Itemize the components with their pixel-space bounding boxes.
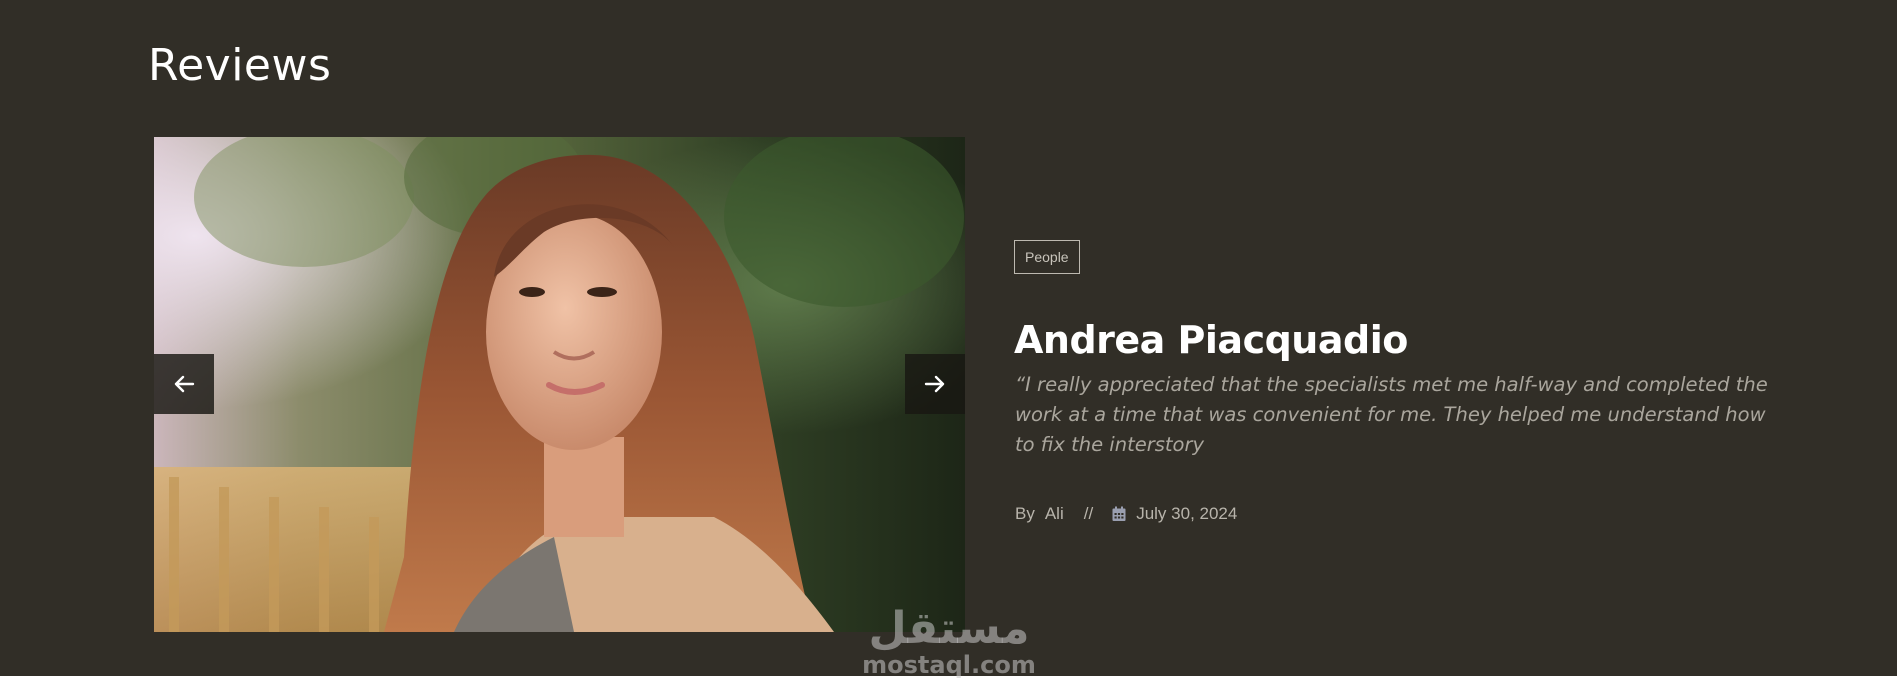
watermark-latin: mostaql.com <box>862 651 1036 679</box>
review-date: July 30, 2024 <box>1136 504 1238 523</box>
reviewer-photo <box>154 137 965 632</box>
arrow-left-icon <box>174 375 195 393</box>
review-quote: “I really appreciated that the specialis… <box>1015 373 1768 456</box>
calendar-icon <box>1111 506 1127 522</box>
section-title: Reviews <box>148 40 332 91</box>
review-meta: By Ali // July 30, 2024 <box>1015 504 1237 524</box>
author-link[interactable]: Ali <box>1045 504 1064 524</box>
watermark-arabic: مستقل <box>868 603 1030 654</box>
category-badge[interactable]: People <box>1014 240 1080 274</box>
arrow-right-icon <box>924 375 945 393</box>
reviews-section: Reviews People Andrea Piacquadio “I real… <box>0 0 1897 676</box>
by-label: By <box>1015 504 1035 523</box>
next-slide-button[interactable] <box>905 354 965 414</box>
watermark: مستقل mostaql.com <box>856 603 1042 679</box>
meta-separator: // <box>1083 504 1094 523</box>
reviewer-name: Andrea Piacquadio <box>1014 318 1408 362</box>
previous-slide-button[interactable] <box>154 354 214 414</box>
review-slider <box>154 137 965 632</box>
